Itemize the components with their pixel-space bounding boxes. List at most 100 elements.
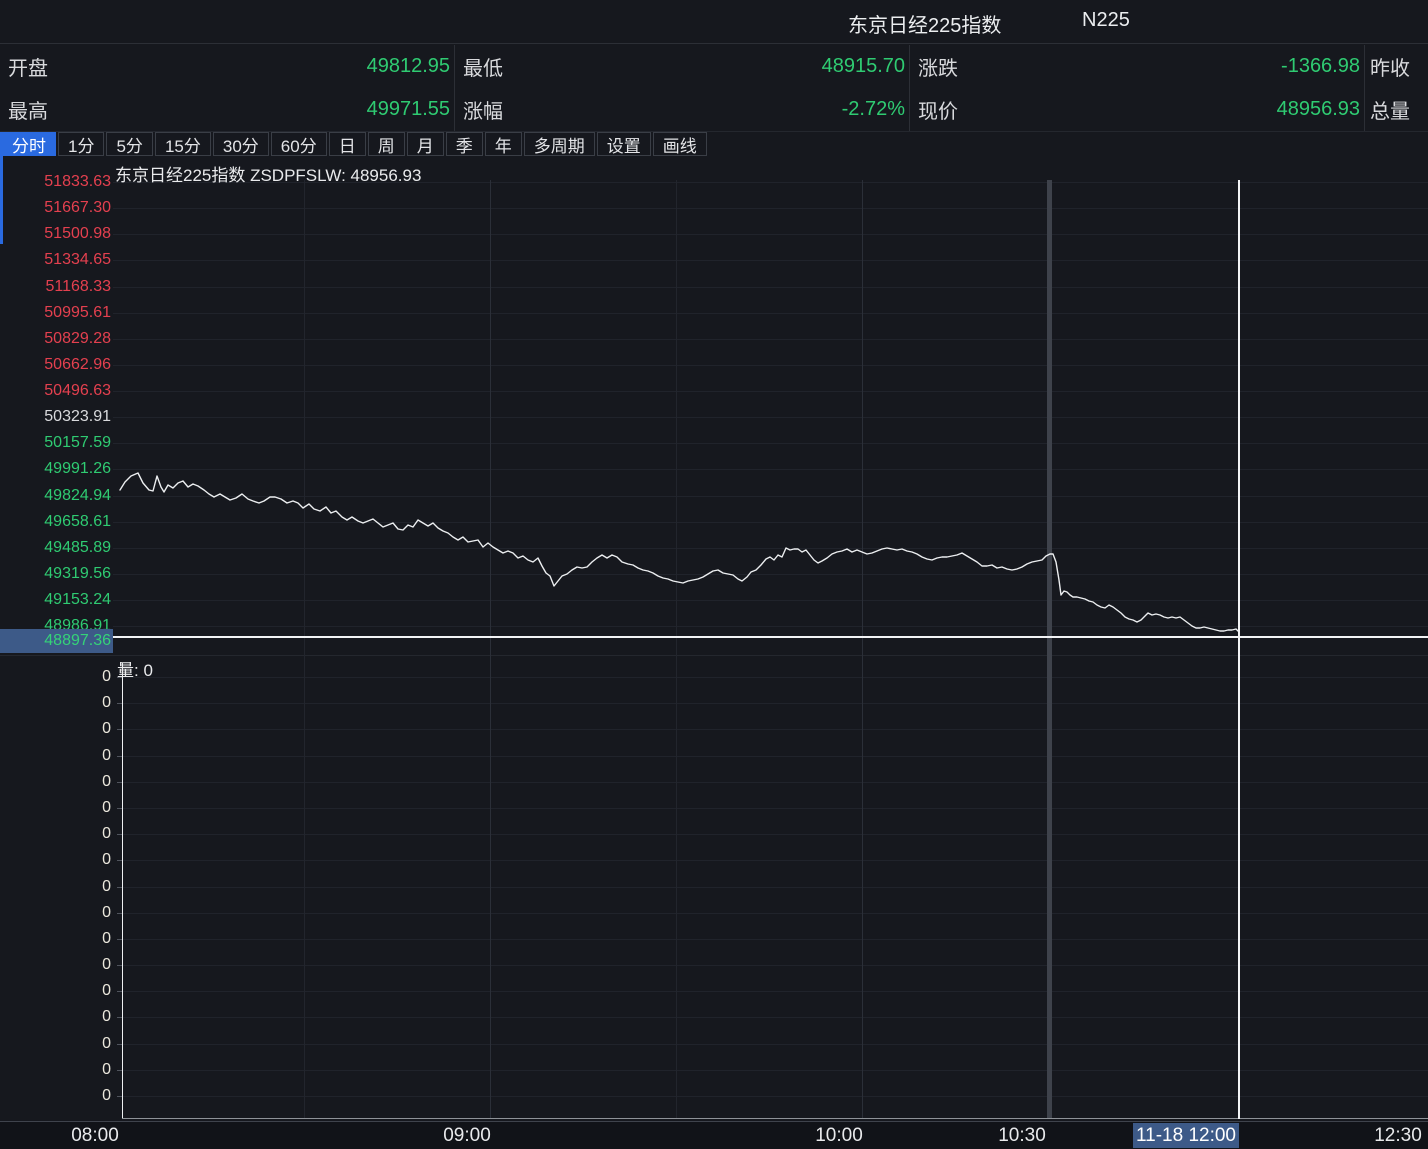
volume-gridline <box>122 782 1428 783</box>
price-gridline <box>113 626 1428 627</box>
quote-value: 48956.93 <box>1277 98 1364 121</box>
volume-axis-label: 0 <box>0 931 111 947</box>
volume-baseline <box>122 1118 1428 1119</box>
quote-row: 开盘49812.95最低48915.70涨跌-1366.98昨收 <box>0 45 1428 88</box>
quote-row: 最高 49971.55 涨幅 -2.72% 现价 48956.93 总量 <box>0 88 1428 131</box>
price-gridline <box>113 287 1428 288</box>
price-gridline <box>113 548 1428 549</box>
tab-画线[interactable]: 画线 <box>653 132 707 156</box>
period-tabbar: 分时1分5分15分30分60分日周月季年多周期设置画线 <box>0 132 1428 158</box>
tab-多周期[interactable]: 多周期 <box>524 132 595 156</box>
time-axis-label: 10:30 <box>998 1125 1046 1147</box>
price-gridline <box>113 234 1428 235</box>
tab-1分[interactable]: 1分 <box>58 132 104 156</box>
tab-分时[interactable]: 分时 <box>2 132 56 156</box>
volume-gridline <box>122 677 1428 678</box>
price-axis-label: 49658.61 <box>0 514 111 530</box>
price-axis-label: 50157.59 <box>0 435 111 451</box>
quote-cell: 涨幅 -2.72% <box>455 88 910 131</box>
tab-30分[interactable]: 30分 <box>213 132 269 156</box>
tab-月[interactable]: 月 <box>407 132 444 156</box>
volume-gridline <box>122 887 1428 888</box>
price-gridline <box>113 365 1428 366</box>
quote-cell: 现价 48956.93 <box>910 88 1365 131</box>
quote-value: 48915.70 <box>822 55 909 78</box>
quote-value: -1366.98 <box>1281 55 1364 78</box>
volume-axis-label: 0 <box>0 1036 111 1052</box>
volume-gridline <box>122 834 1428 835</box>
tab-季[interactable]: 季 <box>446 132 483 156</box>
price-axis-label: 50323.91 <box>0 409 111 425</box>
volume-gridline <box>122 860 1428 861</box>
price-gridline <box>113 496 1428 497</box>
time-axis-label: 10:00 <box>815 1125 863 1147</box>
volume-gridline <box>122 913 1428 914</box>
price-axis-label: 49824.94 <box>0 488 111 504</box>
price-axis-label: 51500.98 <box>0 226 111 242</box>
volume-title: 量: 0 <box>117 656 153 681</box>
quote-cell: 开盘49812.95 <box>0 45 455 88</box>
quote-value: -2.72% <box>842 98 909 121</box>
trading-app-window: 东京日经225指数 N225 开盘49812.95最低48915.70涨跌-13… <box>0 0 1428 1149</box>
volume-y-axis-line <box>122 663 123 1118</box>
price-axis-label: 51334.65 <box>0 252 111 268</box>
volume-axis-label: 0 <box>0 852 111 868</box>
volume-axis-label: 0 <box>0 826 111 842</box>
volume-gridline <box>122 939 1428 940</box>
quote-label: 最高 <box>8 95 48 124</box>
quote-label: 开盘 <box>8 52 48 81</box>
price-axis-label: 51168.33 <box>0 279 111 295</box>
volume-axis-label: 0 <box>0 748 111 764</box>
tab-5分[interactable]: 5分 <box>106 132 152 156</box>
volume-gridline <box>122 965 1428 966</box>
price-gridline <box>113 260 1428 261</box>
quote-cell: 昨收 <box>1365 45 1428 88</box>
volume-axis-label: 0 <box>0 1062 111 1078</box>
vertical-gridline <box>1047 180 1052 1119</box>
tab-日[interactable]: 日 <box>329 132 366 156</box>
quote-cell: 涨跌 -1366.98 <box>910 45 1365 88</box>
price-gridline <box>113 339 1428 340</box>
volume-gridline <box>122 729 1428 730</box>
price-gridline <box>113 391 1428 392</box>
volume-axis-label: 0 <box>0 1009 111 1025</box>
volume-gridline <box>122 756 1428 757</box>
volume-gridline <box>122 1070 1428 1071</box>
volume-axis-label: 0 <box>0 905 111 921</box>
crosshair-horizontal-line[interactable] <box>113 636 1428 638</box>
pane-divider <box>0 655 1428 656</box>
time-crosshair-flag: 11-18 12:00 <box>1133 1123 1239 1148</box>
volume-gridline <box>122 808 1428 809</box>
volume-axis-label: 0 <box>0 695 111 711</box>
volume-gridline <box>122 1044 1428 1045</box>
volume-axis-label: 0 <box>0 1088 111 1104</box>
tab-年[interactable]: 年 <box>485 132 522 156</box>
price-gridline <box>113 208 1428 209</box>
quote-label: 涨跌 <box>918 52 958 81</box>
time-axis: 08:0009:0010:0010:3011-18 12:0012:30 <box>0 1121 1428 1149</box>
crosshair-vertical-line[interactable] <box>1238 180 1240 1119</box>
chart-title: 东京日经225指数 ZSDPFSLW: 48956.93 <box>115 161 421 186</box>
tab-设置[interactable]: 设置 <box>597 132 651 156</box>
tab-周[interactable]: 周 <box>368 132 405 156</box>
quote-label: 现价 <box>918 95 958 124</box>
vertical-gridline <box>490 180 491 1119</box>
quote-value: 49971.55 <box>367 98 454 121</box>
price-axis-label: 50995.61 <box>0 305 111 321</box>
volume-axis-label: 0 <box>0 774 111 790</box>
tab-15分[interactable]: 15分 <box>155 132 211 156</box>
quote-label: 涨幅 <box>463 95 503 124</box>
price-axis-label: 51667.30 <box>0 200 111 216</box>
volume-axis-label: 0 <box>0 721 111 737</box>
quote-bar: 开盘49812.95最低48915.70涨跌-1366.98昨收最高49971.… <box>0 45 1428 132</box>
price-axis-label: 50662.96 <box>0 357 111 373</box>
volume-axis-label: 0 <box>0 983 111 999</box>
price-axis-label: 49153.24 <box>0 592 111 608</box>
time-axis-label: 12:30 <box>1374 1125 1422 1147</box>
tab-60分[interactable]: 60分 <box>271 132 327 156</box>
volume-gridline <box>122 1017 1428 1018</box>
quote-label: 总量 <box>1370 95 1410 124</box>
vertical-gridline <box>304 180 305 1119</box>
quote-cell: 总量 <box>1365 88 1428 131</box>
price-gridline <box>113 574 1428 575</box>
